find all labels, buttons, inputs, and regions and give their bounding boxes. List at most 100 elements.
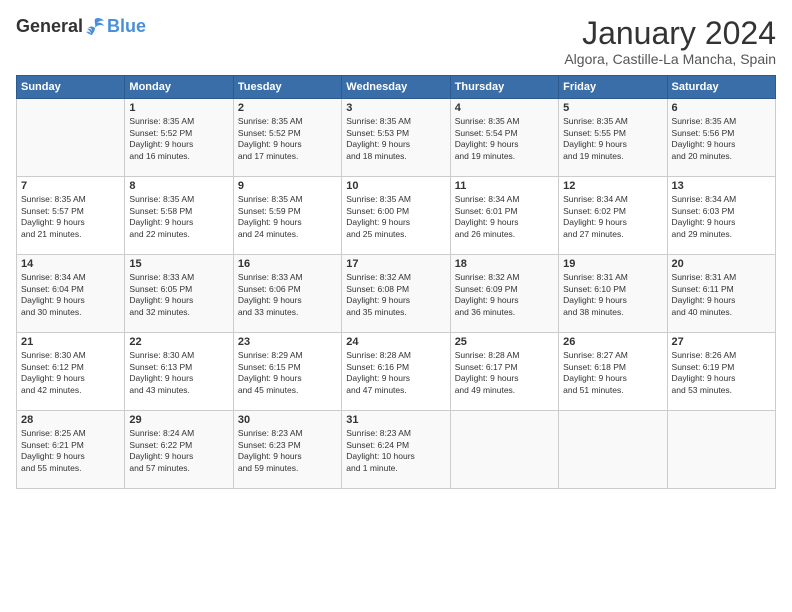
calendar-cell: 16 Sunrise: 8:33 AM Sunset: 6:06 PM Dayli… [233,255,341,333]
month-title: January 2024 [564,16,776,51]
day-header-friday: Friday [559,76,667,99]
day-number: 19 [563,258,662,270]
cell-content: Sunrise: 8:35 AM Sunset: 6:00 PM Dayligh… [346,194,445,240]
day-number: 12 [563,180,662,192]
calendar-cell: 13 Sunrise: 8:34 AM Sunset: 6:03 PM Dayli… [667,177,775,255]
cell-content: Sunrise: 8:33 AM Sunset: 6:05 PM Dayligh… [129,272,228,318]
day-number: 29 [129,414,228,426]
cell-content: Sunrise: 8:35 AM Sunset: 5:55 PM Dayligh… [563,116,662,162]
day-header-thursday: Thursday [450,76,558,99]
title-section: January 2024 Algora, Castille-La Mancha,… [564,16,776,67]
cell-content: Sunrise: 8:25 AM Sunset: 6:21 PM Dayligh… [21,428,120,474]
day-number: 1 [129,102,228,114]
day-number: 27 [672,336,771,348]
calendar-cell: 25 Sunrise: 8:28 AM Sunset: 6:17 PM Dayli… [450,333,558,411]
calendar-cell: 19 Sunrise: 8:31 AM Sunset: 6:10 PM Dayli… [559,255,667,333]
calendar-week-row: 21 Sunrise: 8:30 AM Sunset: 6:12 PM Dayli… [17,333,776,411]
day-number: 31 [346,414,445,426]
calendar-cell: 11Sunrise: 8:34 AM Sunset: 6:01 PM Dayli… [450,177,558,255]
calendar-cell: 27 Sunrise: 8:26 AM Sunset: 6:19 PM Dayli… [667,333,775,411]
logo-general: General [16,16,83,37]
day-number: 3 [346,102,445,114]
day-number: 28 [21,414,120,426]
day-number: 5 [563,102,662,114]
cell-content: Sunrise: 8:33 AM Sunset: 6:06 PM Dayligh… [238,272,337,318]
cell-content: Sunrise: 8:35 AM Sunset: 5:57 PM Dayligh… [21,194,120,240]
cell-content: Sunrise: 8:28 AM Sunset: 6:16 PM Dayligh… [346,350,445,396]
cell-content: Sunrise: 8:34 AM Sunset: 6:03 PM Dayligh… [672,194,771,240]
cell-content: Sunrise: 8:32 AM Sunset: 6:09 PM Dayligh… [455,272,554,318]
calendar-cell [667,411,775,489]
calendar-cell: 26 Sunrise: 8:27 AM Sunset: 6:18 PM Dayli… [559,333,667,411]
day-number: 9 [238,180,337,192]
calendar-cell: 17 Sunrise: 8:32 AM Sunset: 6:08 PM Dayli… [342,255,450,333]
cell-content: Sunrise: 8:28 AM Sunset: 6:17 PM Dayligh… [455,350,554,396]
logo: General Blue [16,16,146,37]
calendar-container: General Blue January 2024 Algora, Castil… [0,0,792,612]
logo-bird-icon [84,17,106,37]
cell-content: Sunrise: 8:35 AM Sunset: 5:53 PM Dayligh… [346,116,445,162]
day-number: 25 [455,336,554,348]
day-number: 21 [21,336,120,348]
calendar-cell: 5 Sunrise: 8:35 AM Sunset: 5:55 PM Daylig… [559,99,667,177]
day-number: 8 [129,180,228,192]
day-header-wednesday: Wednesday [342,76,450,99]
calendar-cell: 7 Sunrise: 8:35 AM Sunset: 5:57 PM Daylig… [17,177,125,255]
cell-content: Sunrise: 8:34 AM Sunset: 6:04 PM Dayligh… [21,272,120,318]
day-number: 13 [672,180,771,192]
calendar-cell: 28 Sunrise: 8:25 AM Sunset: 6:21 PM Dayli… [17,411,125,489]
day-header-saturday: Saturday [667,76,775,99]
calendar-cell [559,411,667,489]
logo-blue: Blue [107,16,146,37]
calendar-cell: 20 Sunrise: 8:31 AM Sunset: 6:11 PM Dayli… [667,255,775,333]
day-number: 4 [455,102,554,114]
calendar-cell: 1Sunrise: 8:35 AM Sunset: 5:52 PM Daylig… [125,99,233,177]
calendar-cell: 29Sunrise: 8:24 AM Sunset: 6:22 PM Dayli… [125,411,233,489]
calendar-header-row: SundayMondayTuesdayWednesdayThursdayFrid… [17,76,776,99]
cell-content: Sunrise: 8:26 AM Sunset: 6:19 PM Dayligh… [672,350,771,396]
day-number: 30 [238,414,337,426]
day-header-sunday: Sunday [17,76,125,99]
day-number: 26 [563,336,662,348]
calendar-cell: 6 Sunrise: 8:35 AM Sunset: 5:56 PM Daylig… [667,99,775,177]
day-number: 23 [238,336,337,348]
cell-content: Sunrise: 8:31 AM Sunset: 6:10 PM Dayligh… [563,272,662,318]
cell-content: Sunrise: 8:30 AM Sunset: 6:12 PM Dayligh… [21,350,120,396]
calendar-cell: 15 Sunrise: 8:33 AM Sunset: 6:05 PM Dayli… [125,255,233,333]
calendar-cell: 3 Sunrise: 8:35 AM Sunset: 5:53 PM Daylig… [342,99,450,177]
location: Algora, Castille-La Mancha, Spain [564,51,776,67]
cell-content: Sunrise: 8:35 AM Sunset: 5:56 PM Dayligh… [672,116,771,162]
calendar-cell [450,411,558,489]
day-number: 11 [455,180,554,192]
day-number: 22 [129,336,228,348]
day-number: 17 [346,258,445,270]
calendar-cell: 8Sunrise: 8:35 AM Sunset: 5:58 PM Daylig… [125,177,233,255]
day-number: 20 [672,258,771,270]
calendar-week-row: 1 Sunrise: 8:35 AM Sunset: 5:52 PM Daylig… [17,99,776,177]
day-header-tuesday: Tuesday [233,76,341,99]
day-number: 18 [455,258,554,270]
cell-content: Sunrise: 8:32 AM Sunset: 6:08 PM Dayligh… [346,272,445,318]
calendar-cell: 2 Sunrise: 8:35 AM Sunset: 5:52 PM Daylig… [233,99,341,177]
calendar-cell: 14 Sunrise: 8:34 AM Sunset: 6:04 PM Dayli… [17,255,125,333]
day-number: 16 [238,258,337,270]
day-number: 15 [129,258,228,270]
day-number: 7 [21,180,120,192]
cell-content: Sunrise: 8:35 AM Sunset: 5:52 PM Dayligh… [238,116,337,162]
calendar-cell: 31Sunrise: 8:23 AM Sunset: 6:24 PM Dayli… [342,411,450,489]
day-number: 2 [238,102,337,114]
day-number: 24 [346,336,445,348]
day-number: 6 [672,102,771,114]
calendar-cell: 30 Sunrise: 8:23 AM Sunset: 6:23 PM Dayli… [233,411,341,489]
cell-content: Sunrise: 8:23 AM Sunset: 6:23 PM Dayligh… [238,428,337,474]
day-number: 14 [21,258,120,270]
calendar-cell: 22 Sunrise: 8:30 AM Sunset: 6:13 PM Dayli… [125,333,233,411]
cell-content: Sunrise: 8:31 AM Sunset: 6:11 PM Dayligh… [672,272,771,318]
calendar-cell: 10Sunrise: 8:35 AM Sunset: 6:00 PM Dayli… [342,177,450,255]
calendar-cell: 23Sunrise: 8:29 AM Sunset: 6:15 PM Dayli… [233,333,341,411]
cell-content: Sunrise: 8:27 AM Sunset: 6:18 PM Dayligh… [563,350,662,396]
calendar-cell: 24 Sunrise: 8:28 AM Sunset: 6:16 PM Dayli… [342,333,450,411]
calendar-cell: 18 Sunrise: 8:32 AM Sunset: 6:09 PM Dayli… [450,255,558,333]
calendar-cell [17,99,125,177]
cell-content: Sunrise: 8:30 AM Sunset: 6:13 PM Dayligh… [129,350,228,396]
